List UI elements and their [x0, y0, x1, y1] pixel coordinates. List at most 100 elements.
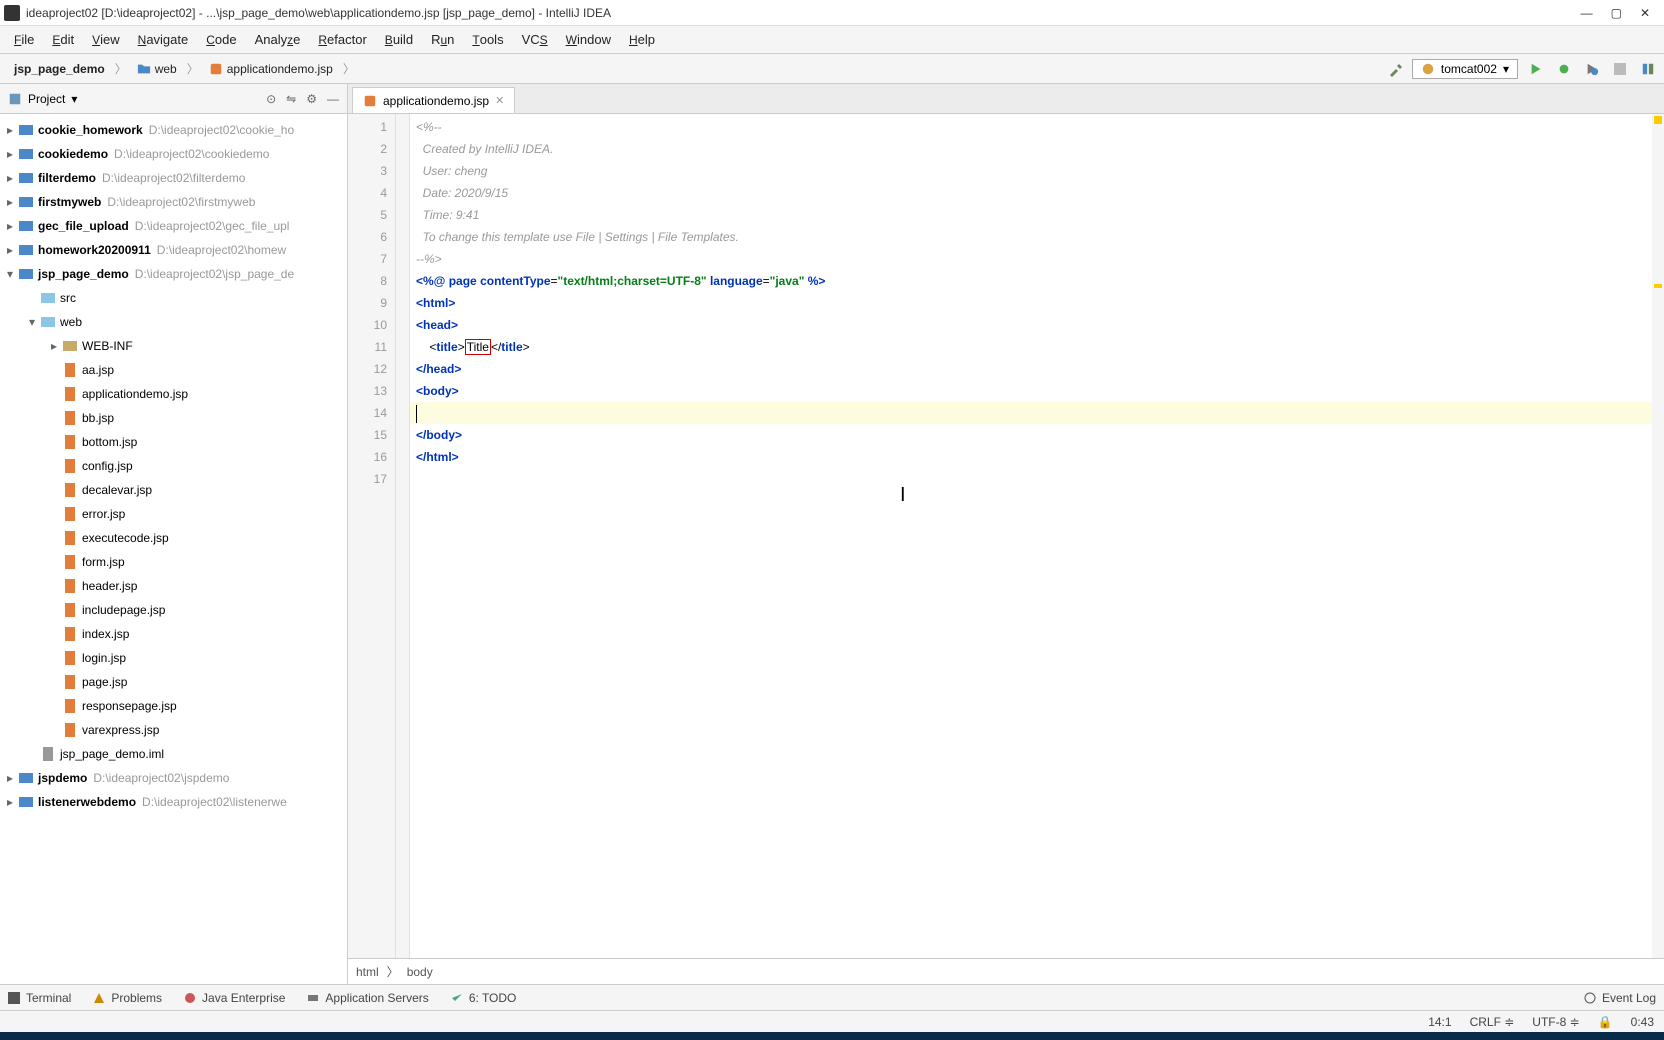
sidebar-title: Project	[28, 92, 65, 106]
minimize-button[interactable]: —	[1581, 6, 1593, 20]
stop-button[interactable]	[1610, 59, 1630, 79]
clock: 0:43	[1631, 1015, 1654, 1029]
menu-run[interactable]: Run	[423, 29, 462, 50]
code-comment: --%>	[416, 252, 442, 266]
project-node[interactable]: ▸cookiedemoD:\ideaproject02\cookiedemo	[0, 142, 347, 166]
menu-file[interactable]: File	[6, 29, 42, 50]
jsp-file[interactable]: bottom.jsp	[0, 430, 347, 454]
encoding[interactable]: UTF-8 ≑	[1532, 1015, 1579, 1029]
menu-tools[interactable]: Tools	[464, 29, 511, 50]
jsp-file-icon	[62, 482, 78, 498]
status-bar: 14:1 CRLF ≑ UTF-8 ≑ 🔒 0:43	[0, 1010, 1664, 1032]
jsp-file[interactable]: form.jsp	[0, 550, 347, 574]
crumb-html[interactable]: html	[356, 965, 379, 979]
menu-vcs[interactable]: VCS	[514, 29, 556, 50]
fold-column[interactable]	[396, 114, 410, 958]
toolbar-right: tomcat002 ▾	[1388, 59, 1658, 79]
project-node[interactable]: ▸listenerwebdemoD:\ideaproject02\listene…	[0, 790, 347, 814]
project-node[interactable]: ▸firstmywebD:\ideaproject02\firstmyweb	[0, 190, 347, 214]
jsp-file[interactable]: decalevar.jsp	[0, 478, 347, 502]
javaee-tab[interactable]: Java Enterprise	[184, 991, 285, 1005]
menu-navigate[interactable]: Navigate	[130, 29, 197, 50]
line-sep[interactable]: CRLF ≑	[1470, 1015, 1515, 1029]
jsp-file[interactable]: includepage.jsp	[0, 598, 347, 622]
module-icon	[18, 218, 34, 234]
code-editor[interactable]: <%-- Created by IntelliJ IDEA. User: che…	[410, 114, 1664, 958]
app-logo-icon	[4, 5, 20, 21]
jsp-file[interactable]: bb.jsp	[0, 406, 347, 430]
event-log-tab[interactable]: Event Log	[1584, 991, 1656, 1005]
code-comment: Created by IntelliJ IDEA.	[416, 142, 553, 156]
project-node[interactable]: ▸filterdemoD:\ideaproject02\filterdemo	[0, 166, 347, 190]
debug-button[interactable]	[1554, 59, 1574, 79]
jsp-file[interactable]: executecode.jsp	[0, 526, 347, 550]
breadcrumb-folder[interactable]: web	[129, 60, 185, 78]
target-icon[interactable]: ⊙	[266, 92, 276, 106]
jsp-file[interactable]: header.jsp	[0, 574, 347, 598]
project-node[interactable]: ▸homework20200911D:\ideaproject02\homew	[0, 238, 347, 262]
project-node[interactable]: ▸jspdemoD:\ideaproject02\jspdemo	[0, 766, 347, 790]
jsp-file[interactable]: varexpress.jsp	[0, 718, 347, 742]
web-folder[interactable]: ▾web	[0, 310, 347, 334]
coverage-button[interactable]	[1582, 59, 1602, 79]
menu-edit[interactable]: Edit	[44, 29, 82, 50]
project-node[interactable]: ▸cookie_homeworkD:\ideaproject02\cookie_…	[0, 118, 347, 142]
run-button[interactable]	[1526, 59, 1546, 79]
menu-build[interactable]: Build	[377, 29, 421, 50]
update-button[interactable]	[1638, 59, 1658, 79]
menu-help[interactable]: Help	[621, 29, 663, 50]
jsp-file[interactable]: config.jsp	[0, 454, 347, 478]
jsp-file[interactable]: index.jsp	[0, 622, 347, 646]
project-node-open[interactable]: ▾jsp_page_demoD:\ideaproject02\jsp_page_…	[0, 262, 347, 286]
jsp-file-icon	[62, 674, 78, 690]
line-number: 2	[348, 138, 395, 160]
jsp-file-icon	[62, 434, 78, 450]
menu-view[interactable]: View	[84, 29, 128, 50]
jsp-file[interactable]: responsepage.jsp	[0, 694, 347, 718]
jsp-file[interactable]: applicationdemo.jsp	[0, 382, 347, 406]
jsp-file[interactable]: error.jsp	[0, 502, 347, 526]
close-button[interactable]: ✕	[1640, 6, 1650, 20]
warning-marker[interactable]	[1654, 116, 1662, 124]
text-cursor-icon: I	[900, 484, 906, 506]
javaee-icon	[184, 992, 196, 1004]
line-number: 15	[348, 424, 395, 446]
caret-position[interactable]: 14:1	[1428, 1015, 1451, 1029]
breadcrumb-file[interactable]: applicationdemo.jsp	[201, 60, 341, 78]
warning-marker[interactable]	[1654, 284, 1662, 288]
iml-file[interactable]: jsp_page_demo.iml	[0, 742, 347, 766]
maximize-button[interactable]: ▢	[1611, 6, 1622, 20]
project-tree[interactable]: ▸cookie_homeworkD:\ideaproject02\cookie_…	[0, 114, 347, 984]
jsp-file[interactable]: login.jsp	[0, 646, 347, 670]
menu-code[interactable]: Code	[198, 29, 244, 50]
jsp-file[interactable]: page.jsp	[0, 670, 347, 694]
collapse-icon[interactable]: ⇋	[286, 92, 296, 106]
folder-icon	[137, 62, 151, 76]
breadcrumb-module[interactable]: jsp_page_demo	[6, 60, 113, 78]
problems-tab[interactable]: Problems	[93, 991, 162, 1005]
crumb-body[interactable]: body	[407, 965, 433, 979]
gear-icon[interactable]: ⚙	[306, 92, 317, 106]
lock-icon[interactable]: 🔒	[1598, 1015, 1613, 1029]
project-node[interactable]: ▸gec_file_uploadD:\ideaproject02\gec_fil…	[0, 214, 347, 238]
breadcrumb: jsp_page_demo 〉 web 〉 applicationdemo.js…	[6, 60, 355, 78]
run-config-selector[interactable]: tomcat002 ▾	[1412, 59, 1518, 79]
chevron-down-icon[interactable]: ▾	[71, 92, 77, 106]
webinf-folder[interactable]: ▸WEB-INF	[0, 334, 347, 358]
menu-window[interactable]: Window	[558, 29, 619, 50]
module-icon	[18, 266, 34, 282]
jsp-file[interactable]: aa.jsp	[0, 358, 347, 382]
todo-tab[interactable]: 6: TODO	[451, 991, 517, 1005]
menu-analyze[interactable]: Analyze	[247, 29, 309, 50]
src-folder[interactable]: src	[0, 286, 347, 310]
error-stripe[interactable]	[1652, 114, 1664, 958]
terminal-tab[interactable]: Terminal	[8, 991, 71, 1005]
menu-refactor[interactable]: Refactor	[310, 29, 374, 50]
hide-icon[interactable]: —	[327, 92, 339, 106]
close-tab-icon[interactable]: ✕	[495, 94, 504, 107]
editor-tab[interactable]: applicationdemo.jsp ✕	[352, 87, 515, 113]
jsp-file-icon	[62, 386, 78, 402]
build-icon[interactable]	[1388, 61, 1404, 77]
appservers-tab[interactable]: Application Servers	[307, 991, 428, 1005]
editor-tabs: applicationdemo.jsp ✕	[348, 84, 1664, 114]
